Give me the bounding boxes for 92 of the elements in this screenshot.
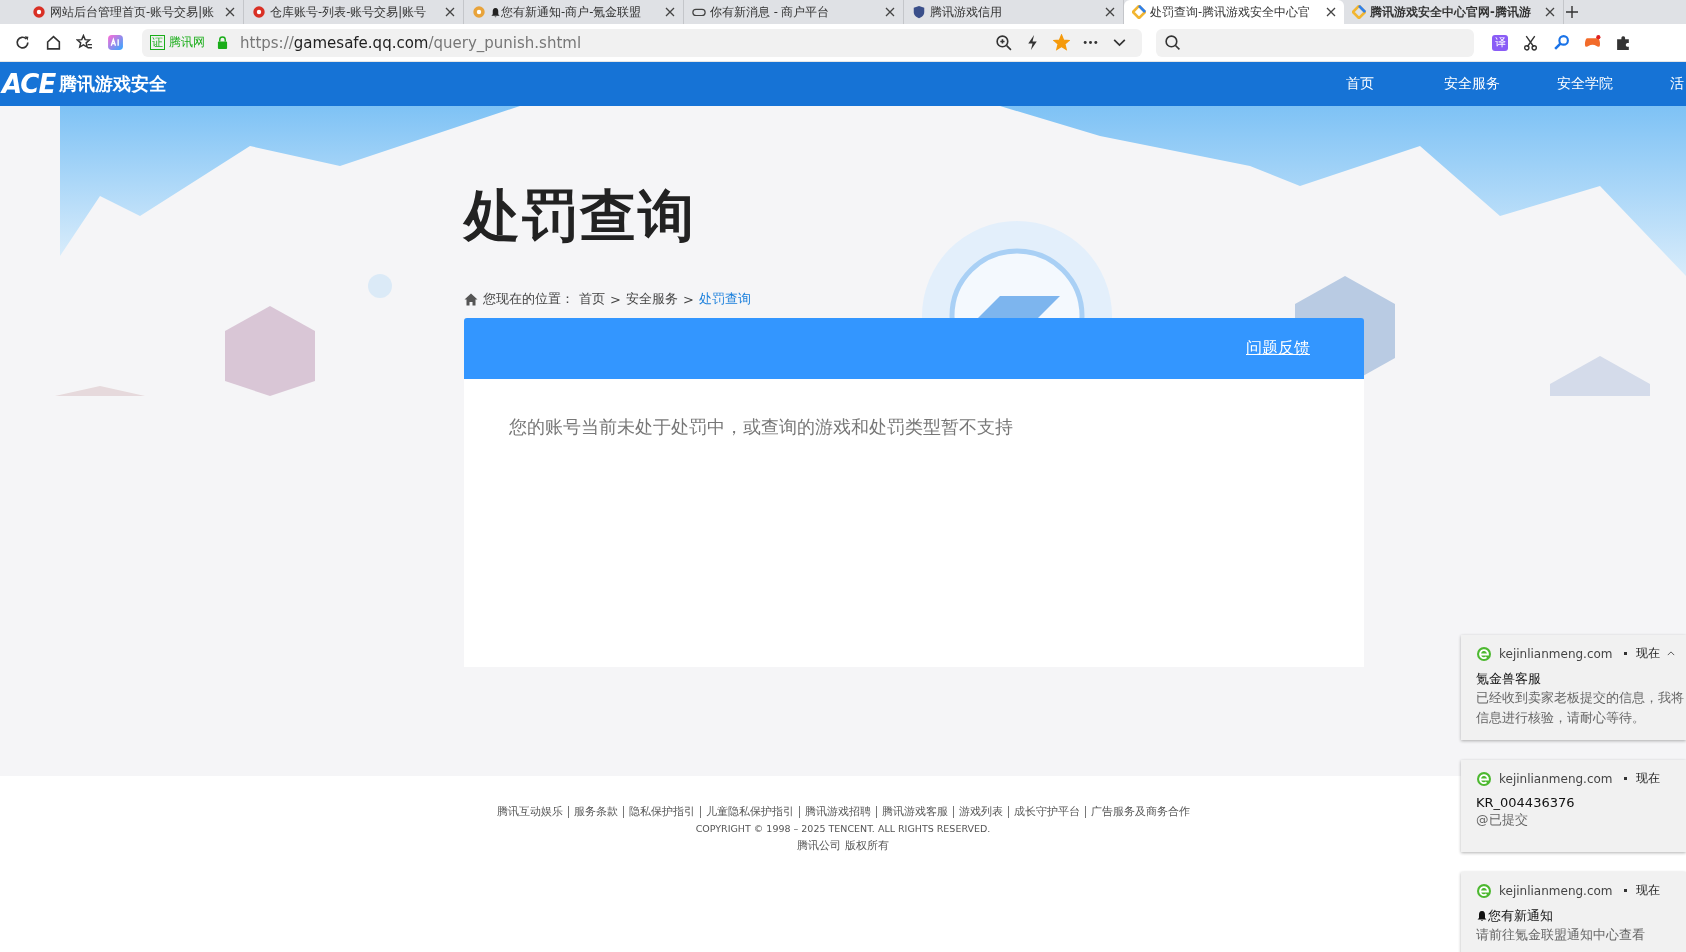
notification-card[interactable]: kejinlianmeng.com 现在 氪金兽客服 已经收到卖家老板提交的信息，我将 信息进行核验，请耐心等待。 [1461, 635, 1686, 740]
notification-title: 氪金兽客服 [1476, 670, 1541, 688]
footer-link[interactable]: 广告服务及商务合作 [1090, 804, 1190, 819]
logo-mark: ACE [2, 69, 56, 99]
notification-time: 现在 [1635, 882, 1660, 899]
footer-link[interactable]: 儿童隐私保护指引 [705, 804, 794, 819]
puzzle-icon[interactable] [1615, 34, 1632, 51]
new-tab-icon[interactable] [1566, 6, 1578, 18]
home-icon[interactable] [45, 34, 62, 51]
browser-logo-icon [1476, 882, 1492, 899]
magnifier-icon[interactable] [1553, 34, 1570, 51]
tab-title: 仓库账号-列表-账号交易|账号 [270, 4, 428, 20]
favicon-icon [912, 5, 926, 19]
url-text: https://gamesafe.qq.com/query_punish.shtml [240, 33, 582, 52]
tab-title: 网站后台管理首页-账号交易|账 [50, 4, 216, 20]
lock-icon [217, 36, 228, 49]
result-message: 您的账号当前未处于处罚中，或查询的游戏和处罚类型暂不支持 [509, 415, 1014, 439]
footer-link[interactable]: 腾讯互动娱乐 [496, 804, 563, 819]
search-field[interactable] [1156, 28, 1474, 57]
browser-tab[interactable]: 腾讯游戏安全中心官网-腾讯游 [1344, 0, 1564, 24]
close-icon[interactable] [885, 7, 895, 17]
footer-link[interactable]: 隐私保护指引 [628, 804, 695, 819]
nav-link[interactable]: 安全服务 [1444, 75, 1500, 93]
breadcrumb-link[interactable]: 首页 [579, 290, 605, 308]
reload-icon[interactable] [14, 34, 31, 51]
favicon-icon [472, 5, 486, 19]
bullet-icon [1623, 652, 1627, 655]
breadcrumb-label: 您现在的位置： [483, 290, 574, 308]
tab-title: 处罚查询-腾讯游戏安全中心官 [1150, 4, 1312, 20]
breadcrumb-separator: > [682, 291, 694, 307]
search-icon [1164, 34, 1181, 51]
close-icon[interactable] [1545, 7, 1555, 17]
breadcrumb-link[interactable]: 安全服务 [625, 290, 678, 308]
translate-button[interactable]: 译 [1492, 34, 1508, 51]
breadcrumb-separator: > [610, 291, 621, 307]
logo-text: 腾讯游戏安全 [59, 72, 168, 96]
footer-link[interactable]: 服务条款 [573, 804, 618, 819]
browser-tab[interactable]: 你有新消息 - 商户平台 [684, 0, 904, 24]
footer-link[interactable]: 成长守护平台 [1013, 804, 1080, 819]
copyright-text: COPYRIGHT © 1998 – 2025 TENCENT. ALL RIGHTS RESERVED. [695, 823, 991, 834]
certificate-badge: 证 腾讯网 [150, 34, 205, 51]
rights-text: 腾讯公司 版权所有 [797, 838, 889, 853]
browser-logo-icon [1476, 645, 1492, 662]
close-icon[interactable] [665, 7, 675, 17]
close-icon[interactable] [1105, 7, 1115, 17]
scissors-icon[interactable] [1522, 34, 1539, 51]
browser-tab[interactable]: 仓库账号-列表-账号交易|账号 [244, 0, 464, 24]
nav-link[interactable]: 安全学院 [1557, 75, 1613, 93]
tab-title: 腾讯游戏信用 [930, 4, 1003, 20]
footer-link[interactable]: 腾讯游戏招聘 [804, 804, 871, 819]
notification-title: KR_004436376 [1476, 795, 1575, 810]
home-icon [464, 292, 478, 306]
address-field[interactable]: 证 腾讯网 https://gamesafe.qq.com/query_punish.shtml [142, 28, 1142, 57]
notification-title: 您有新通知 [1488, 907, 1553, 925]
bullet-icon [1623, 777, 1627, 780]
nav-link[interactable]: 首页 [1346, 75, 1374, 93]
notification-source: kejinlianmeng.com [1499, 646, 1613, 661]
close-icon[interactable] [1326, 7, 1336, 17]
notification-source: kejinlianmeng.com [1499, 883, 1613, 898]
notification-text: 请前往氪金联盟通知中心查看 [1476, 926, 1646, 944]
close-icon[interactable] [225, 7, 235, 17]
footer-link[interactable]: 游戏列表 [958, 804, 1003, 819]
notification-text: @已提交 [1476, 811, 1529, 829]
breadcrumb-link[interactable]: 处罚查询 [698, 290, 751, 308]
browser-logo-icon [1476, 770, 1492, 787]
browser-tab[interactable]: 网站后台管理首页-账号交易|账 [24, 0, 244, 24]
notification-text: 已经收到卖家老板提交的信息，我将 [1476, 689, 1685, 707]
notification-time: 现在 [1635, 645, 1660, 662]
close-icon[interactable] [445, 7, 455, 17]
favicon-icon [32, 5, 46, 19]
notification-card[interactable]: kejinlianmeng.com 现在 您有新通知 请前往氪金联盟通知中心查看 [1461, 872, 1686, 952]
favorites-icon[interactable] [76, 34, 93, 51]
tab-title: 您有新通知-商户-氪金联盟 [501, 4, 643, 20]
nav-link[interactable]: 活 [1670, 75, 1684, 93]
favicon-icon [252, 5, 266, 19]
tab-title: 你有新消息 - 商户平台 [710, 4, 831, 20]
notification-text: 信息进行核验，请耐心等待。 [1476, 709, 1646, 727]
chevron-up-icon[interactable] [1666, 651, 1675, 656]
browser-tab[interactable]: 处罚查询-腾讯游戏安全中心官 [1124, 0, 1344, 24]
notification-card[interactable]: kejinlianmeng.com 现在 KR_004436376 @已提交 [1461, 760, 1686, 852]
star-icon[interactable] [1053, 34, 1070, 51]
favicon-icon [1352, 5, 1366, 19]
browser-tab[interactable]: 您有新通知-商户-氪金联盟 [464, 0, 684, 24]
page-title: 处罚查询 [464, 184, 697, 248]
ai-icon[interactable] [107, 34, 124, 51]
notification-time: 现在 [1635, 770, 1660, 787]
tab-title: 腾讯游戏安全中心官网-腾讯游 [1370, 4, 1532, 20]
bullet-icon [1623, 889, 1627, 892]
zoom-icon[interactable] [995, 34, 1012, 51]
footer-link[interactable]: 腾讯游戏客服 [881, 804, 948, 819]
notification-source: kejinlianmeng.com [1499, 771, 1613, 786]
favicon-icon [1132, 5, 1146, 19]
